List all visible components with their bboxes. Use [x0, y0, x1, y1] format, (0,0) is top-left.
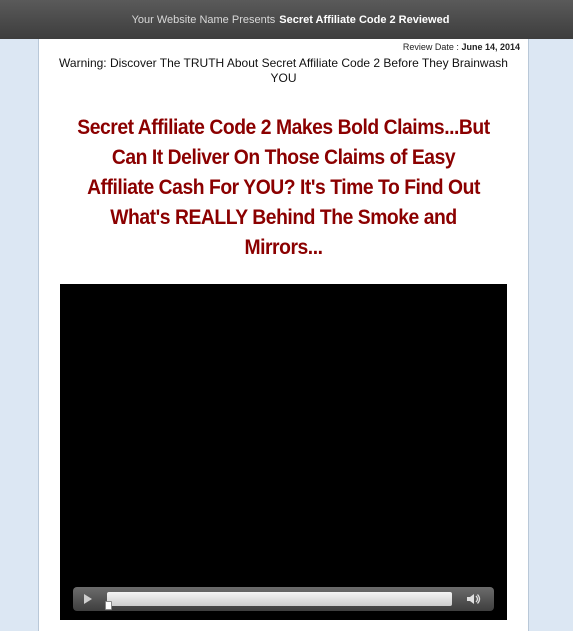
video-controls [73, 587, 494, 611]
review-date-value: June 14, 2014 [461, 42, 520, 52]
warning-text: Warning: Discover The TRUTH About Secret… [59, 56, 508, 85]
content-panel: Review Date : June 14, 2014 Warning: Dis… [39, 39, 528, 631]
right-margin [528, 39, 573, 631]
volume-icon[interactable] [466, 593, 482, 605]
review-date: Review Date : June 14, 2014 [403, 42, 520, 52]
headline: Secret Affiliate Code 2 Makes Bold Claim… [77, 116, 490, 259]
top-bar: Your Website Name Presents Secret Affili… [0, 0, 573, 39]
presents-text: Your Website Name Presents [131, 13, 276, 26]
review-date-label: Review Date : [402, 42, 459, 52]
progress-thumb[interactable] [105, 601, 112, 610]
progress-track[interactable] [105, 592, 452, 610]
site-title: Secret Affiliate Code 2 Reviewed [279, 13, 450, 26]
video-player[interactable] [60, 284, 507, 620]
left-margin [0, 39, 39, 631]
play-icon[interactable] [84, 594, 92, 604]
